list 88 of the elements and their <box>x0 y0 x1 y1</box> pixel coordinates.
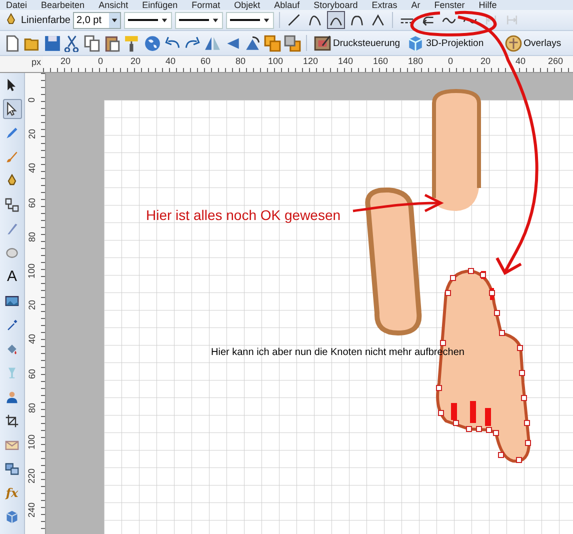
menu-item[interactable]: Storyboard <box>314 0 358 10</box>
smooth-curve-tool-icon[interactable] <box>327 11 346 29</box>
caret-icon <box>212 16 220 24</box>
fill-icon <box>5 342 19 356</box>
ruler-label: 160 <box>372 56 390 68</box>
node-icon <box>5 102 19 116</box>
cube3d-icon <box>407 34 424 52</box>
ruler-label: 40 <box>27 334 37 344</box>
text-tool[interactable]: A <box>2 267 22 287</box>
new-icon[interactable] <box>4 34 21 52</box>
ruler-unit: px <box>30 56 42 69</box>
ruler-label: 80 <box>27 402 37 413</box>
save-icon[interactable] <box>44 34 61 52</box>
node-tool[interactable] <box>2 99 22 119</box>
shapes-icon <box>5 462 19 476</box>
cut-icon[interactable] <box>64 34 81 52</box>
caret-icon <box>161 16 168 24</box>
ruler-label: 80 <box>27 232 37 242</box>
line-width-field[interactable]: 2,0 pt <box>73 12 122 28</box>
ruler-label: 0 <box>96 56 104 68</box>
cube3d-button[interactable]: 3D-Projektion <box>405 34 486 52</box>
brush-icon <box>5 150 19 164</box>
annotation-text: Hier ist alles noch OK gewesen <box>146 207 341 223</box>
paste-icon[interactable] <box>104 34 121 52</box>
ruler-label: 100 <box>266 56 284 68</box>
menu-item[interactable]: Format <box>192 0 220 10</box>
connector-icon <box>5 198 19 212</box>
ruler-label: 60 <box>27 368 37 379</box>
menu-item[interactable]: Fenster <box>434 0 465 10</box>
ellipse-icon <box>5 246 19 260</box>
knife-icon <box>5 222 19 236</box>
menu-item[interactable]: Extras <box>372 0 398 10</box>
line-style-dropdown[interactable] <box>226 12 274 28</box>
ruler-label: 100 <box>27 264 37 279</box>
ruler-label: 20 <box>479 56 492 68</box>
overlay-button[interactable]: Overlays <box>502 34 564 52</box>
menu-item[interactable]: Ansicht <box>98 0 128 10</box>
globe-icon[interactable] <box>144 34 161 52</box>
menu-item[interactable]: Ablauf <box>274 0 300 10</box>
line-color-label[interactable]: Linienfarbe <box>21 14 70 26</box>
ruler-label: 0 <box>446 56 454 68</box>
ruler-label: 80 <box>234 56 246 68</box>
pen-icon <box>5 174 19 188</box>
line-style-dropdown[interactable] <box>124 12 172 28</box>
ruler-label: 20 <box>129 56 142 68</box>
menu-item[interactable]: Einfügen <box>142 0 178 10</box>
ruler-label: 40 <box>164 56 176 68</box>
front-icon[interactable] <box>264 34 281 52</box>
copy-icon[interactable] <box>84 34 101 52</box>
ruler-label: 100 <box>27 434 37 450</box>
caret-icon <box>111 16 118 24</box>
print-icon <box>314 34 331 52</box>
menu-item[interactable]: Bearbeiten <box>41 0 85 10</box>
ruler-label: 60 <box>199 56 212 68</box>
finger-drawing[interactable] <box>432 89 481 211</box>
cube-icon <box>5 510 19 524</box>
back-icon[interactable] <box>284 34 301 52</box>
ruler-label: 20 <box>27 129 37 140</box>
picture-icon <box>5 294 19 308</box>
overlay-icon <box>504 34 522 52</box>
envelope-icon <box>5 438 19 452</box>
ruler-label: 40 <box>27 163 37 174</box>
print-button[interactable]: Drucksteuerung <box>312 34 402 52</box>
ruler-label: 60 <box>27 198 37 208</box>
menu-item[interactable]: Hilfe <box>478 0 497 10</box>
ruler-label: 120 <box>302 56 320 68</box>
ruler-label: 20 <box>59 56 72 68</box>
menu-item[interactable]: Objekt <box>234 0 260 10</box>
ruler-label: 140 <box>336 56 354 68</box>
menu-item[interactable]: Datei <box>6 0 28 10</box>
ruler-label: 20 <box>27 300 37 310</box>
caret-icon <box>263 16 270 24</box>
ruler-label: 40 <box>514 56 526 68</box>
rotate-icon[interactable] <box>244 34 261 52</box>
menu-item[interactable]: Ar <box>411 0 420 10</box>
ruler-label: 180 <box>406 56 424 68</box>
ruler-label: 260 <box>546 56 564 68</box>
pencil-icon <box>5 126 19 140</box>
ruler-label: 240 <box>27 502 37 518</box>
person-icon <box>5 390 19 404</box>
fliph-icon[interactable] <box>204 34 221 52</box>
ruler-label: 0 <box>27 98 37 103</box>
line-style-dropdown[interactable] <box>175 12 224 28</box>
ruler-label: 220 <box>27 468 37 484</box>
pen-icon <box>4 13 18 27</box>
dropper-icon <box>5 318 19 332</box>
crop-icon <box>5 414 19 428</box>
roller-icon[interactable] <box>124 34 141 52</box>
